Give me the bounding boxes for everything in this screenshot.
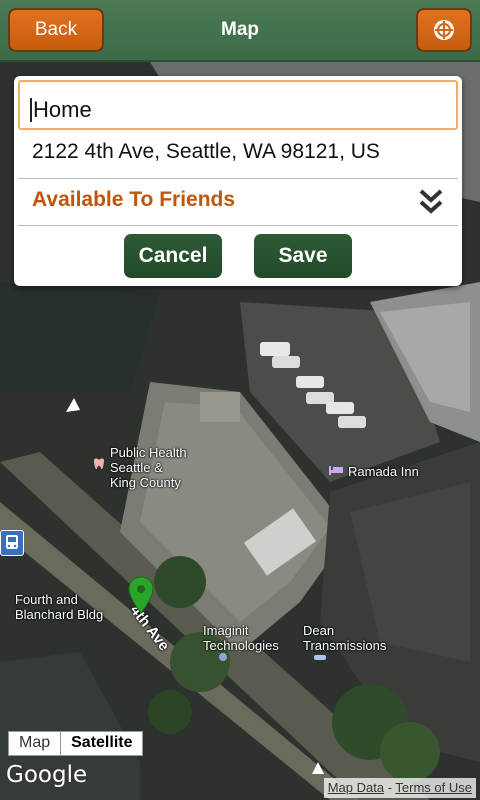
back-button[interactable]: Back — [8, 8, 104, 52]
terms-of-use-link[interactable]: Terms of Use — [395, 780, 472, 795]
map-type-map-button[interactable]: Map — [9, 732, 62, 755]
bus-stop-icon[interactable] — [0, 530, 24, 556]
double-chevron-down-icon[interactable] — [418, 186, 444, 216]
page-title: Map — [221, 19, 259, 40]
save-button[interactable]: Save — [254, 234, 352, 278]
place-name-input[interactable]: Home — [18, 80, 458, 130]
app-header: Back Map — [0, 0, 480, 62]
car-repair-icon — [314, 655, 326, 660]
cancel-button[interactable]: Cancel — [124, 234, 222, 278]
map-type-toggle: Map Satellite — [8, 731, 144, 756]
text-cursor — [30, 98, 32, 122]
poi-dean-transmissions[interactable]: Dean Transmissions — [303, 623, 386, 653]
poi-pin-icon — [219, 653, 227, 661]
footer-separator: - — [384, 780, 396, 795]
address-text: 2122 4th Ave, Seattle, WA 98121, US — [32, 140, 380, 163]
place-edit-card: Home 2122 4th Ave, Seattle, WA 98121, US… — [14, 76, 462, 286]
hotel-icon — [329, 466, 343, 475]
divider — [18, 225, 458, 226]
poi-imaginit[interactable]: Imaginit Technologies — [203, 623, 279, 653]
map-type-satellite-button[interactable]: Satellite — [61, 732, 142, 755]
availability-dropdown[interactable]: Available To Friends — [32, 188, 235, 212]
map-footer-links: Map Data - Terms of Use — [323, 778, 476, 798]
map-data-link[interactable]: Map Data — [328, 780, 384, 795]
crosshair-icon — [434, 20, 454, 40]
poi-fourth-blanchard[interactable]: Fourth and Blanchard Bldg — [15, 592, 103, 622]
divider — [18, 178, 458, 179]
tooth-icon — [94, 458, 104, 470]
poi-ramada-inn[interactable]: Ramada Inn — [348, 464, 419, 479]
poi-public-health[interactable]: Public Health Seattle & King County — [110, 445, 187, 490]
place-name-value: Home — [33, 97, 92, 122]
location-marker-icon[interactable] — [128, 576, 154, 614]
locate-button[interactable] — [416, 8, 472, 52]
google-logo: Google — [6, 762, 88, 788]
